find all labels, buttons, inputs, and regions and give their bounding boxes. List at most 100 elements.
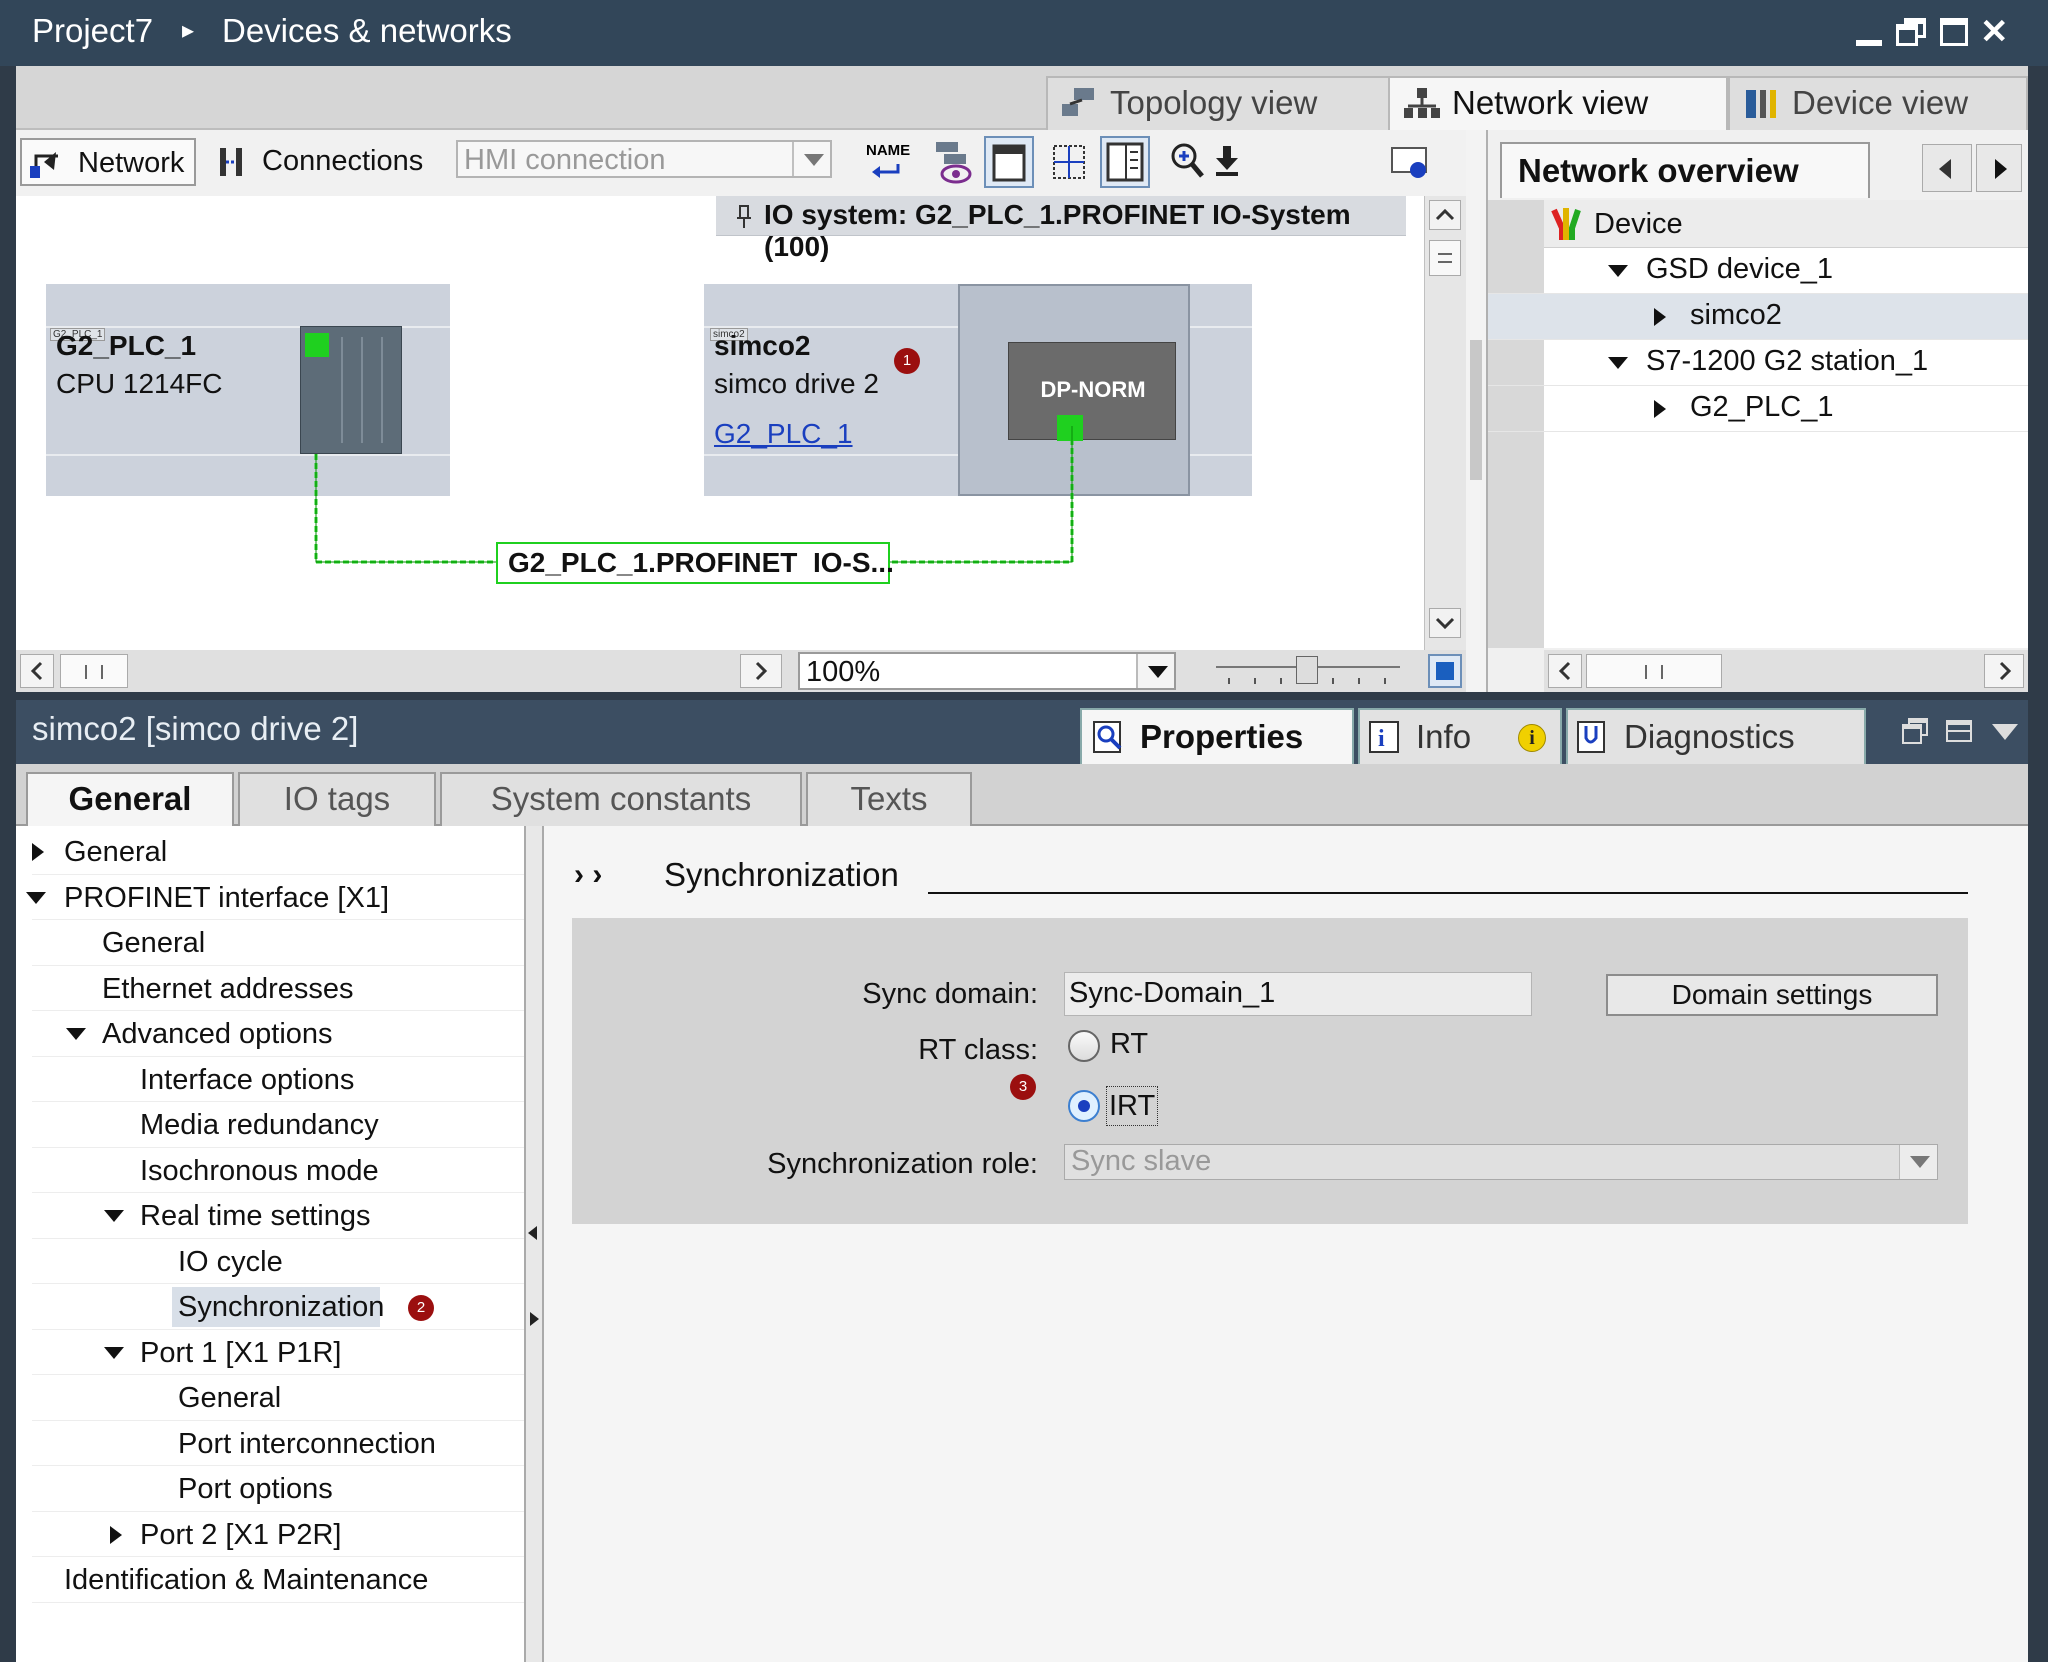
tree-item[interactable]: Media redundancy	[16, 1105, 524, 1145]
device-column-icon	[1551, 208, 1581, 240]
sync-role-select[interactable]: Sync slave	[1064, 1144, 1938, 1180]
tab-topology-view[interactable]: Topology view	[1046, 76, 1396, 130]
maximize-icon[interactable]	[1936, 14, 1972, 50]
tree-item-label: Isochronous mode	[140, 1155, 379, 1187]
rt-class-label: RT class:	[918, 1034, 1038, 1066]
subtab-system-constants[interactable]: System constants	[440, 772, 802, 826]
section-title: Devices & networks	[222, 12, 512, 49]
collapse-panel-icon[interactable]	[1990, 720, 2020, 744]
fit-view-icon[interactable]	[1428, 654, 1462, 688]
network-mode-button[interactable]: Network	[20, 138, 196, 186]
rt-radio[interactable]: RT	[1068, 1026, 1188, 1066]
tree-item[interactable]: Port 1 [X1 P1R]	[16, 1333, 524, 1373]
tree-item[interactable]: Real time settings	[16, 1196, 524, 1236]
network-mode-icon	[30, 152, 58, 178]
tab-properties[interactable]: Properties	[1080, 708, 1354, 764]
float-panel-icon[interactable]	[1900, 716, 1930, 746]
scroll-left-icon[interactable]	[20, 654, 54, 688]
tree-item-selected[interactable]: Synchronization 2	[16, 1287, 524, 1327]
name-toggle-button[interactable]: NAME	[864, 138, 910, 186]
sync-domain-field[interactable]: Sync-Domain_1	[1064, 972, 1532, 1016]
close-icon[interactable]: ✕	[1980, 14, 2016, 50]
tab-scroll-left-icon[interactable]	[1922, 144, 1972, 192]
tab-diagnostics[interactable]: Diagnostics	[1566, 708, 1866, 764]
slider-thumb[interactable]	[1296, 656, 1318, 684]
overview-row[interactable]: G2_PLC_1	[1488, 386, 2028, 432]
chevron-down-icon	[1136, 654, 1174, 688]
zoom-button[interactable]	[1168, 138, 1208, 186]
canvas-vertical-scrollbar[interactable]	[1424, 196, 1466, 650]
scroll-thumb[interactable]	[1429, 240, 1461, 276]
overview-row[interactable]: S7-1200 G2 station_1	[1488, 340, 2028, 386]
expand-right-icon[interactable]	[530, 1312, 539, 1326]
properties-nav-tree: General PROFINET interface [X1] General …	[16, 826, 536, 1662]
scroll-right-icon[interactable]	[1984, 654, 2024, 688]
show-addresses-button[interactable]	[930, 138, 976, 186]
grid-button[interactable]	[1046, 138, 1092, 186]
scroll-left-icon[interactable]	[1548, 654, 1582, 688]
overview-row[interactable]: simco2	[1488, 294, 2028, 340]
collapse-left-icon[interactable]	[528, 1226, 537, 1240]
download-button[interactable]	[1212, 138, 1242, 186]
overview-row-label: GSD device_1	[1646, 253, 1833, 285]
scroll-right-icon[interactable]	[740, 654, 782, 688]
scroll-up-icon[interactable]	[1429, 200, 1461, 230]
connections-mode-button[interactable]: Connections	[212, 138, 442, 186]
subtab-label: Texts	[850, 780, 928, 817]
tree-splitter[interactable]	[524, 826, 544, 1662]
tab-network-overview[interactable]: Network overview	[1500, 142, 1870, 198]
page-break-button[interactable]	[984, 136, 1034, 188]
tree-item[interactable]: Interface options	[16, 1060, 524, 1100]
tree-item[interactable]: IO cycle	[16, 1242, 524, 1282]
properties-subtabs: General IO tags System constants Texts	[16, 764, 2028, 826]
radio-checked-icon	[1068, 1090, 1100, 1122]
tree-item[interactable]: Isochronous mode	[16, 1151, 524, 1191]
tree-item[interactable]: Port options	[16, 1469, 524, 1509]
subtab-texts[interactable]: Texts	[806, 772, 972, 826]
overview-panel-button[interactable]	[1100, 136, 1150, 188]
overview-hscroll[interactable]	[1544, 650, 2028, 692]
tab-network-view[interactable]: Network view	[1388, 76, 1728, 130]
tree-item[interactable]: Ethernet addresses	[16, 969, 524, 1009]
dock-panel-icon[interactable]	[1944, 716, 1974, 746]
connection-type-value: HMI connection	[464, 144, 666, 176]
splitter-handle[interactable]	[1470, 340, 1482, 480]
diagnostics-icon	[1577, 721, 1605, 753]
tree-item[interactable]: PROFINET interface [X1]	[16, 878, 524, 918]
tab-label: Network view	[1452, 84, 1649, 121]
hscroll-thumb[interactable]	[60, 654, 128, 688]
connection-type-select[interactable]: HMI connection	[456, 140, 832, 178]
zoom-select[interactable]: 100%	[798, 652, 1176, 690]
tree-item[interactable]: Port 2 [X1 P2R]	[16, 1515, 524, 1555]
tab-info[interactable]: i Info i	[1358, 708, 1562, 764]
tree-item-label: General	[102, 927, 206, 959]
tree-item[interactable]: General	[16, 832, 524, 872]
restore-icon[interactable]	[1894, 14, 1930, 50]
tree-item[interactable]: General	[16, 923, 524, 963]
network-canvas[interactable]: IO system: G2_PLC_1.PROFINET IO-System (…	[16, 196, 1424, 650]
hscroll-thumb[interactable]	[1586, 654, 1722, 688]
print-preview-button[interactable]	[1388, 138, 1432, 186]
tree-item[interactable]: General	[16, 1378, 524, 1418]
chevron-down-icon	[792, 142, 830, 176]
panel-divider	[16, 692, 2028, 700]
tab-device-view[interactable]: Device view	[1728, 76, 2028, 130]
subtab-io-tags[interactable]: IO tags	[238, 772, 436, 826]
subtab-general[interactable]: General	[26, 772, 234, 826]
overview-row[interactable]: GSD device_1	[1488, 248, 2028, 294]
scroll-down-icon[interactable]	[1429, 608, 1461, 638]
tree-item-label: Synchronization	[178, 1291, 385, 1323]
irt-radio[interactable]: IRT	[1068, 1084, 1188, 1128]
minimize-icon[interactable]	[1852, 14, 1888, 50]
tree-item[interactable]: Identification & Maintenance	[16, 1560, 524, 1600]
tree-item[interactable]: Port interconnection	[16, 1424, 524, 1464]
tab-scroll-right-icon[interactable]	[1976, 144, 2022, 192]
domain-settings-button[interactable]: Domain settings	[1606, 974, 1938, 1016]
network-line-label-box[interactable]: G2_PLC_1.PROFINET IO-S...	[496, 542, 894, 584]
zoom-slider[interactable]	[1210, 654, 1406, 688]
column-header-device[interactable]: Device	[1544, 200, 2028, 248]
tree-item-label: Port 1 [X1 P1R]	[140, 1337, 342, 1369]
tree-item[interactable]: Advanced options	[16, 1014, 524, 1054]
arrow-icon	[872, 164, 900, 178]
sync-group-box: Sync domain: Sync-Domain_1 Domain settin…	[572, 918, 1968, 1224]
